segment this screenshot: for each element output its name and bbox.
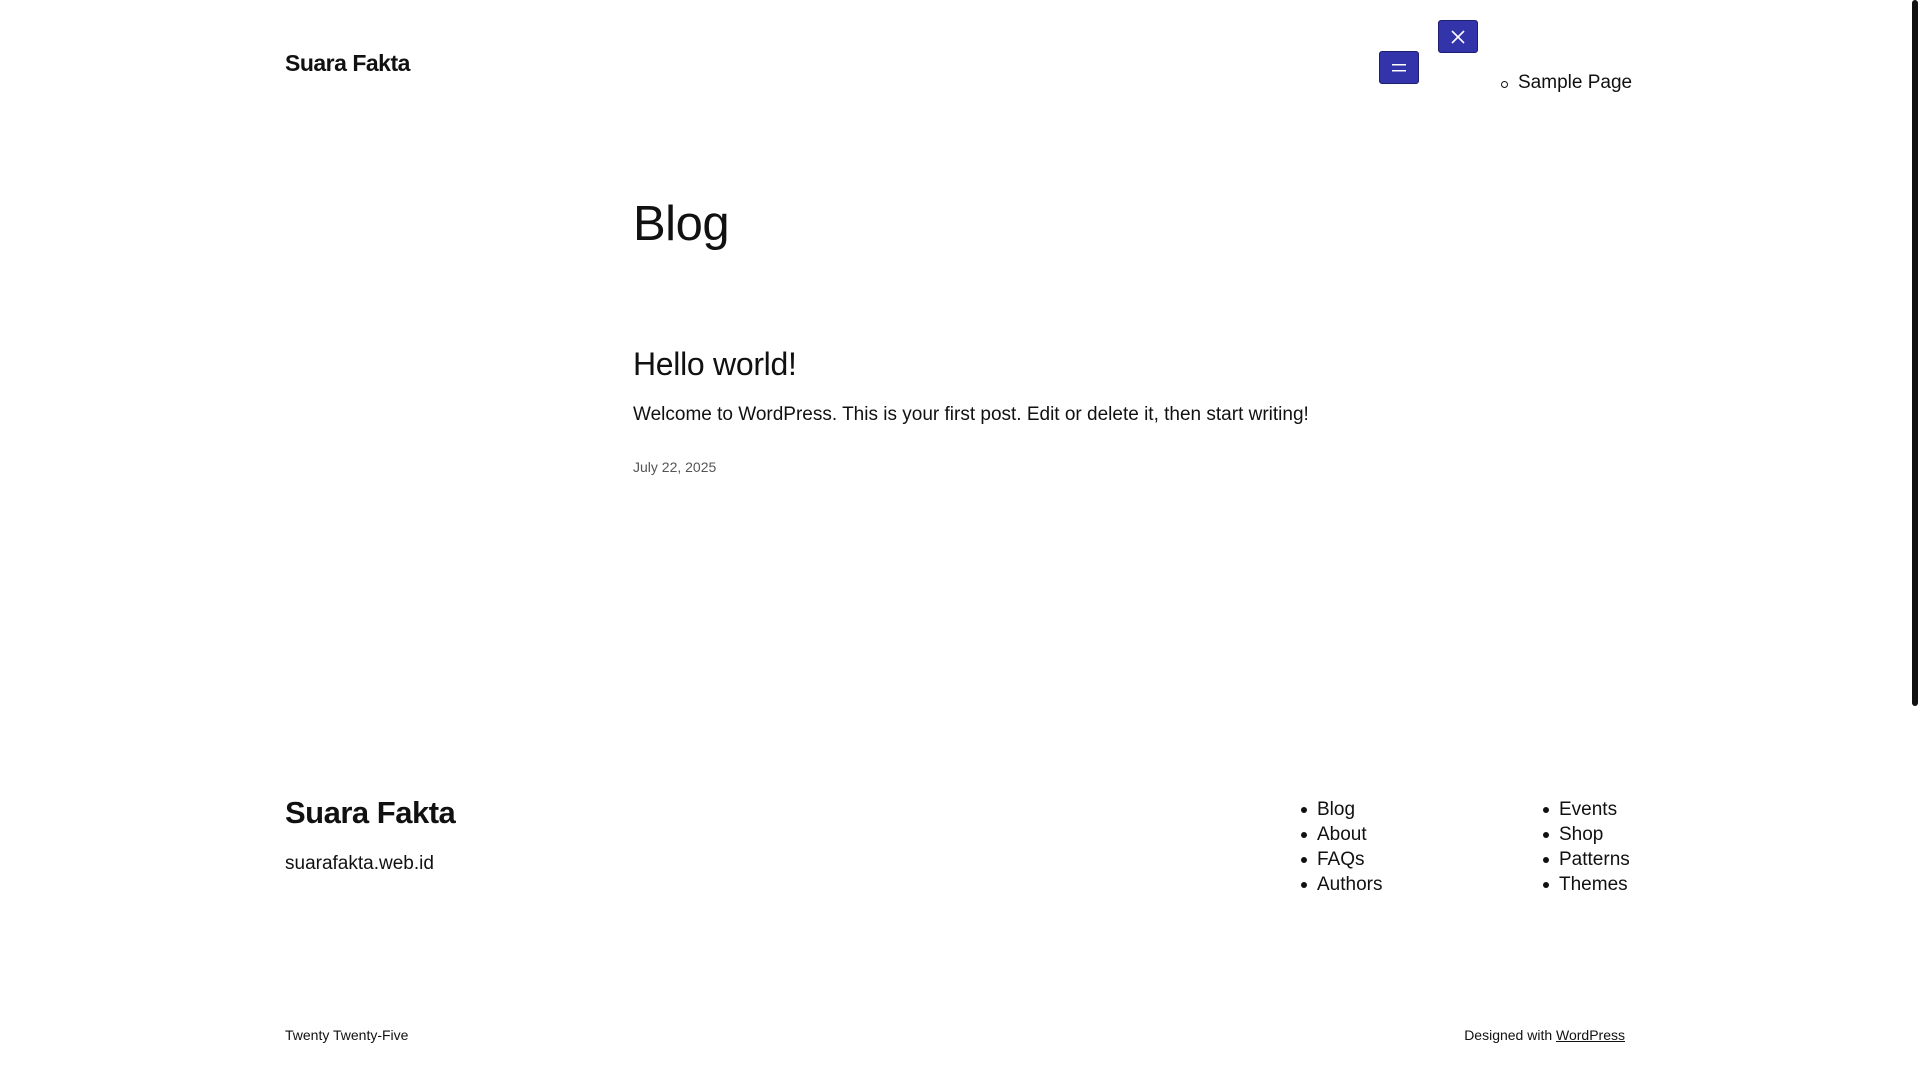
- open-menu-button[interactable]: [1379, 51, 1419, 84]
- post-excerpt: Welcome to WordPress. This is your first…: [633, 404, 1309, 425]
- footer-link-label[interactable]: FAQs: [1317, 849, 1365, 870]
- nav-item-label[interactable]: Sample Page: [1518, 72, 1632, 93]
- footer-link-label[interactable]: About: [1317, 824, 1367, 845]
- footer-link-label[interactable]: Events: [1559, 799, 1617, 820]
- page: Suara Fakta Sample Page Blog Hello world…: [0, 0, 1920, 1080]
- designed-with-text: Designed with: [1464, 1027, 1553, 1043]
- footer-link-events[interactable]: Events: [1543, 797, 1630, 822]
- footer-link-shop[interactable]: Shop: [1543, 822, 1630, 847]
- bullet-icon: [1301, 807, 1307, 813]
- footer-link-about[interactable]: About: [1301, 822, 1382, 847]
- bullet-icon: [1543, 882, 1549, 888]
- site-title-link[interactable]: Suara Fakta: [285, 50, 410, 77]
- bullet-icon: [1301, 882, 1307, 888]
- footer-menu-1: Blog About FAQs Authors: [1301, 797, 1382, 897]
- footer-designed-with: Designed with WordPress: [1464, 1027, 1625, 1043]
- footer-link-label[interactable]: Blog: [1317, 799, 1355, 820]
- bullet-icon: [1501, 81, 1508, 88]
- wordpress-link[interactable]: WordPress: [1556, 1027, 1625, 1043]
- close-menu-button[interactable]: [1438, 20, 1478, 53]
- bullet-icon: [1543, 857, 1549, 863]
- bullet-icon: [1301, 832, 1307, 838]
- footer-link-blog[interactable]: Blog: [1301, 797, 1382, 822]
- footer-link-patterns[interactable]: Patterns: [1543, 847, 1630, 872]
- nav-item-sample-page[interactable]: Sample Page: [1501, 72, 1632, 94]
- footer-link-label[interactable]: Shop: [1559, 824, 1603, 845]
- bullet-icon: [1301, 857, 1307, 863]
- footer-menu-2: Events Shop Patterns Themes: [1543, 797, 1630, 897]
- footer-site-title[interactable]: Suara Fakta: [285, 795, 456, 831]
- footer-link-faqs[interactable]: FAQs: [1301, 847, 1382, 872]
- footer-tagline: suarafakta.web.id: [285, 853, 434, 874]
- footer-link-themes[interactable]: Themes: [1543, 872, 1630, 897]
- post-date[interactable]: July 22, 2025: [633, 459, 716, 475]
- bullet-icon: [1543, 832, 1549, 838]
- close-icon: [1451, 29, 1465, 44]
- footer-link-label[interactable]: Patterns: [1559, 849, 1630, 870]
- scrollbar-thumb[interactable]: [1912, 0, 1918, 706]
- primary-nav: Sample Page: [1501, 72, 1632, 94]
- footer-theme-credit: Twenty Twenty-Five: [285, 1027, 409, 1043]
- footer-link-label[interactable]: Themes: [1559, 874, 1628, 895]
- menu-icon: [1392, 63, 1406, 71]
- post-title-link[interactable]: Hello world!: [633, 346, 797, 383]
- footer-link-label[interactable]: Authors: [1317, 874, 1382, 895]
- bullet-icon: [1543, 807, 1549, 813]
- page-title: Blog: [633, 197, 730, 251]
- footer-link-authors[interactable]: Authors: [1301, 872, 1382, 897]
